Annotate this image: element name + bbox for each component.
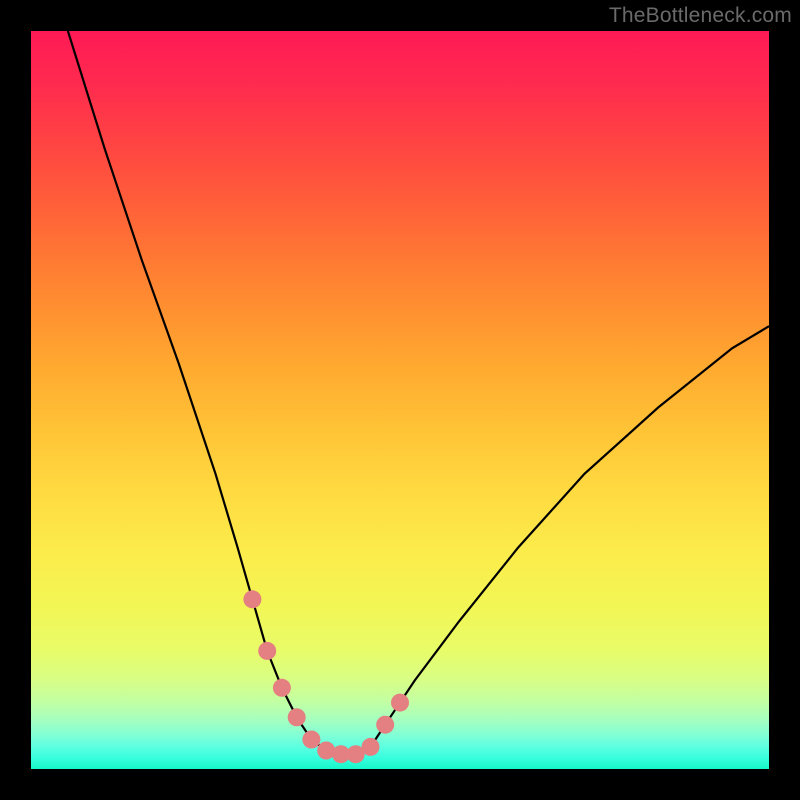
- marker-point: [258, 642, 276, 660]
- marker-point: [302, 731, 320, 749]
- marker-point: [243, 590, 261, 608]
- marker-point: [288, 708, 306, 726]
- marker-point: [273, 679, 291, 697]
- marker-point: [376, 716, 394, 734]
- curve-svg: [31, 31, 769, 769]
- marker-group: [243, 590, 409, 763]
- marker-point: [362, 738, 380, 756]
- watermark-text: TheBottleneck.com: [609, 4, 792, 28]
- marker-point: [391, 694, 409, 712]
- plot-area: [31, 31, 769, 769]
- chart-container: TheBottleneck.com: [0, 0, 800, 800]
- bottleneck-curve-path: [68, 31, 769, 754]
